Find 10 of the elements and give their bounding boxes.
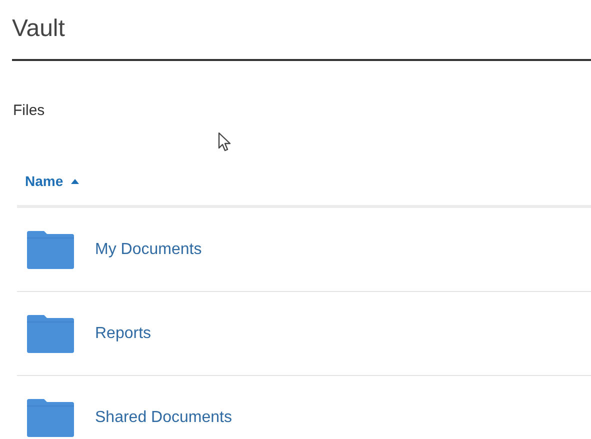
page-title: Vault <box>11 14 66 44</box>
column-header[interactable]: Name <box>25 173 80 189</box>
folder-link[interactable]: Shared Documents <box>95 408 232 426</box>
folder-link[interactable]: My Documents <box>95 240 202 258</box>
section-title: Files <box>13 101 46 121</box>
folder-icon <box>26 398 75 438</box>
folder-icon <box>26 314 75 354</box>
folder-icon <box>26 230 75 270</box>
cursor-icon <box>218 132 232 152</box>
folder-link[interactable]: Reports <box>95 324 152 342</box>
